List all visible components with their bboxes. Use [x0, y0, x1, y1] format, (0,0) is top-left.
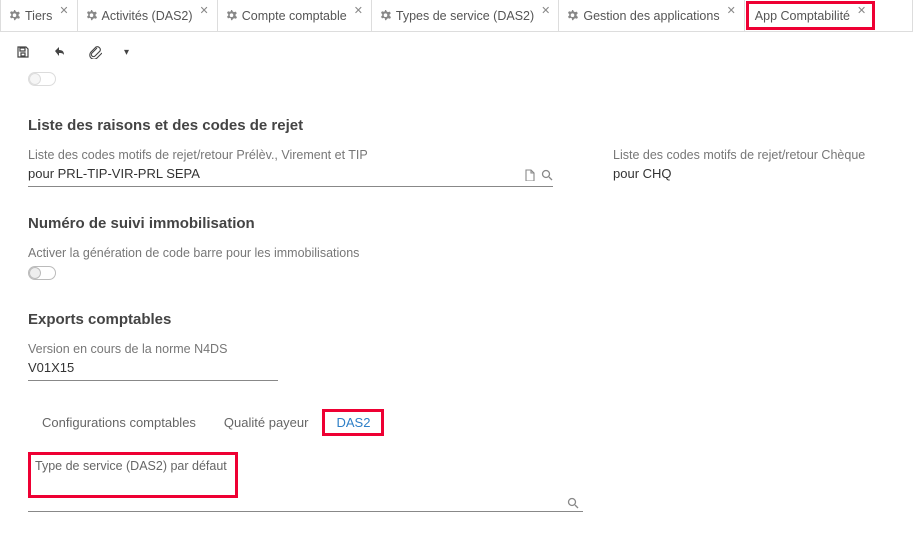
- section-immo-title: Numéro de suivi immobilisation: [28, 215, 893, 232]
- tab-tiers[interactable]: Tiers ✕: [1, 0, 78, 31]
- tabs-bar: Tiers ✕ Activités (DAS2) ✕ Compte compta…: [0, 0, 913, 32]
- tab-compte[interactable]: Compte comptable ✕: [218, 0, 372, 31]
- tab-label: Activités (DAS2): [102, 9, 193, 23]
- close-icon[interactable]: ✕: [857, 4, 866, 17]
- gear-icon: [567, 10, 578, 21]
- gear-icon: [86, 10, 97, 21]
- save-button[interactable]: [16, 45, 30, 59]
- file-icon[interactable]: [523, 169, 535, 181]
- tab-gestion-apps[interactable]: Gestion des applications ✕: [559, 0, 744, 31]
- tab-label: Types de service (DAS2): [396, 9, 534, 23]
- gear-icon: [226, 10, 237, 21]
- content: Liste des raisons et des codes de rejet …: [0, 72, 913, 542]
- field-label-prltip: Liste des codes motifs de rejet/retour P…: [28, 148, 553, 162]
- sub-tabs: Configurations comptables Qualité payeur…: [28, 409, 893, 436]
- toggle-prev[interactable]: [28, 72, 56, 86]
- toggle-barcode[interactable]: [28, 266, 56, 280]
- tab-activites[interactable]: Activités (DAS2) ✕: [78, 0, 218, 31]
- das2-panel: Type de service (DAS2) par défaut: [28, 452, 893, 512]
- close-icon[interactable]: ✕: [59, 4, 68, 17]
- toolbar: ▾: [0, 32, 913, 72]
- search-icon[interactable]: [567, 497, 579, 509]
- field-prltip[interactable]: pour PRL-TIP-VIR-PRL SEPA: [28, 164, 553, 187]
- toggle-label-immo: Activer la génération de code barre pour…: [28, 246, 893, 260]
- more-dropdown[interactable]: ▾: [124, 47, 129, 58]
- field-value: V01X15: [28, 360, 278, 378]
- tab-label: Gestion des applications: [583, 9, 719, 23]
- field-n4ds[interactable]: V01X15: [28, 358, 278, 381]
- close-icon[interactable]: ✕: [541, 4, 550, 17]
- subtab-das2[interactable]: DAS2: [322, 409, 384, 436]
- field-chq[interactable]: pour CHQ: [613, 164, 893, 186]
- gear-icon: [9, 10, 20, 21]
- close-icon[interactable]: ✕: [354, 4, 363, 17]
- tab-types-service[interactable]: Types de service (DAS2) ✕: [372, 0, 559, 31]
- tab-label: Compte comptable: [242, 9, 347, 23]
- undo-button[interactable]: [52, 45, 66, 59]
- subtab-config[interactable]: Configurations comptables: [28, 409, 210, 436]
- field-label-n4ds: Version en cours de la norme N4DS: [28, 342, 278, 356]
- attach-button[interactable]: [88, 45, 102, 59]
- subtab-qualite[interactable]: Qualité payeur: [210, 409, 323, 436]
- das2-default-label-box: Type de service (DAS2) par défaut: [28, 452, 238, 498]
- field-value: pour PRL-TIP-VIR-PRL SEPA: [28, 166, 517, 184]
- tab-app-comptabilite[interactable]: App Comptabilité ✕: [746, 1, 875, 30]
- search-icon[interactable]: [541, 169, 553, 181]
- section-rejets-title: Liste des raisons et des codes de rejet: [28, 117, 893, 134]
- field-value: pour CHQ: [613, 166, 893, 184]
- das2-default-input[interactable]: [28, 494, 583, 512]
- das2-default-label: Type de service (DAS2) par défaut: [35, 459, 227, 473]
- tab-label: Tiers: [25, 9, 52, 23]
- close-icon[interactable]: ✕: [727, 4, 736, 17]
- section-exports-title: Exports comptables: [28, 311, 893, 328]
- gear-icon: [380, 10, 391, 21]
- tab-label: App Comptabilité: [755, 9, 850, 23]
- field-label-chq: Liste des codes motifs de rejet/retour C…: [613, 148, 893, 162]
- close-icon[interactable]: ✕: [200, 4, 209, 17]
